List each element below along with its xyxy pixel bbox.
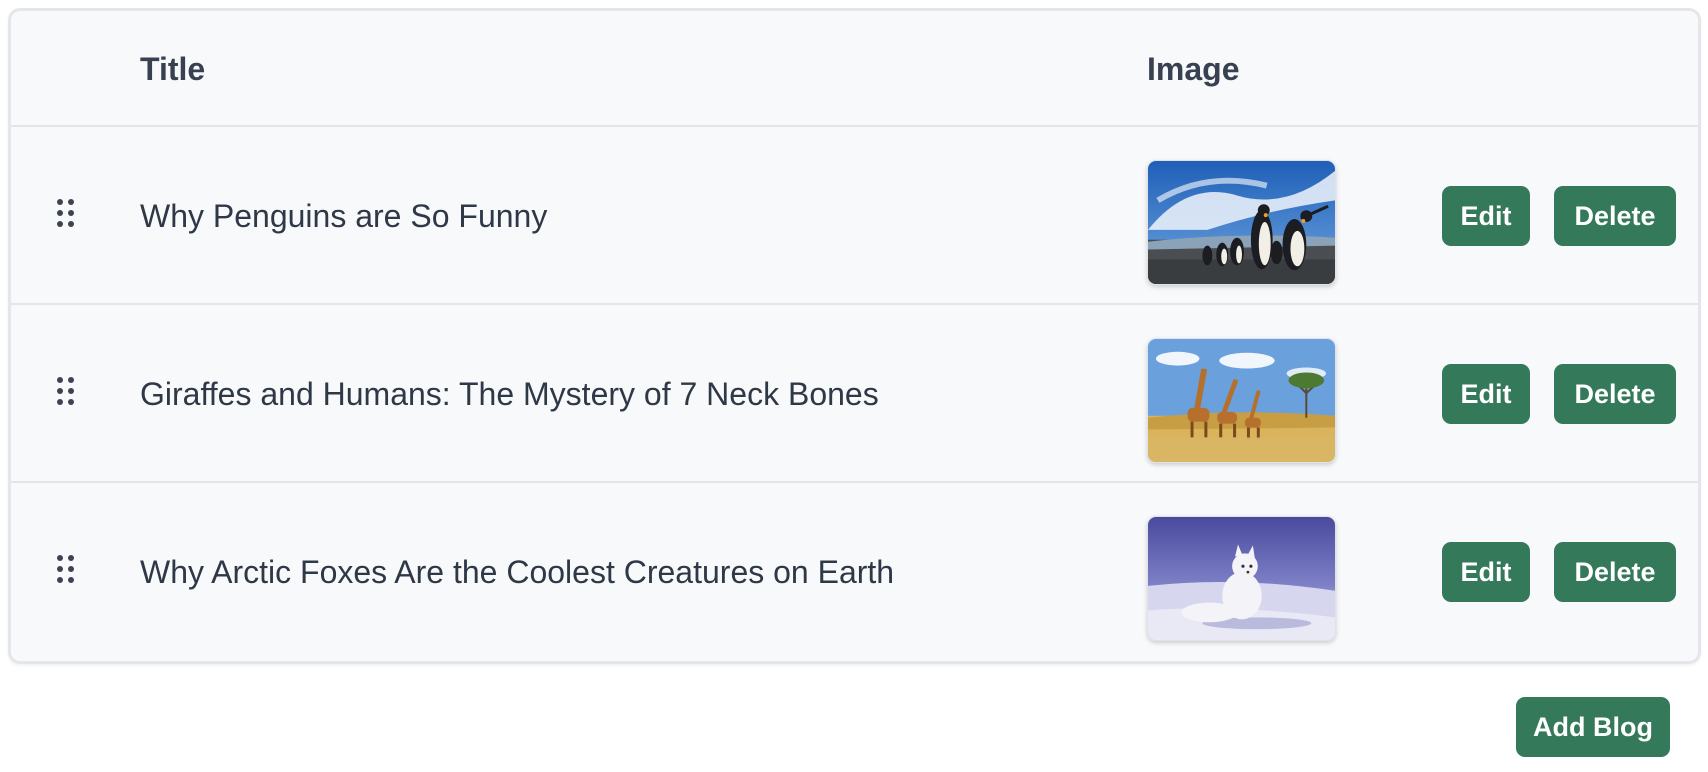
drag-handle-icon[interactable]: [57, 555, 81, 585]
edit-button[interactable]: Edit: [1442, 186, 1530, 246]
blog-thumbnail-giraffes: [1147, 338, 1336, 463]
table-row: Why Penguins are So Funny Edit Delete: [11, 127, 1698, 305]
drag-handle-icon[interactable]: [57, 377, 81, 407]
column-header-image: Image: [1147, 51, 1240, 87]
delete-button[interactable]: Delete: [1554, 364, 1676, 424]
blog-title: Why Penguins are So Funny: [140, 198, 548, 234]
table-header: Title Image: [11, 11, 1698, 127]
blog-table: Title Image Why Penguins are So Funny Ed…: [8, 8, 1701, 664]
drag-handle-icon[interactable]: [57, 199, 81, 229]
table-row: Why Arctic Foxes Are the Coolest Creatur…: [11, 483, 1698, 661]
edit-button[interactable]: Edit: [1442, 542, 1530, 602]
blog-title: Giraffes and Humans: The Mystery of 7 Ne…: [140, 376, 879, 412]
edit-button[interactable]: Edit: [1442, 364, 1530, 424]
blog-title: Why Arctic Foxes Are the Coolest Creatur…: [140, 554, 895, 590]
blog-thumbnail-arctic-fox: [1147, 516, 1336, 641]
delete-button[interactable]: Delete: [1554, 186, 1676, 246]
add-blog-button[interactable]: Add Blog: [1516, 697, 1670, 757]
blog-thumbnail-penguins: [1147, 160, 1336, 285]
delete-button[interactable]: Delete: [1554, 542, 1676, 602]
column-header-title: Title: [140, 51, 206, 87]
table-row: Giraffes and Humans: The Mystery of 7 Ne…: [11, 305, 1698, 483]
